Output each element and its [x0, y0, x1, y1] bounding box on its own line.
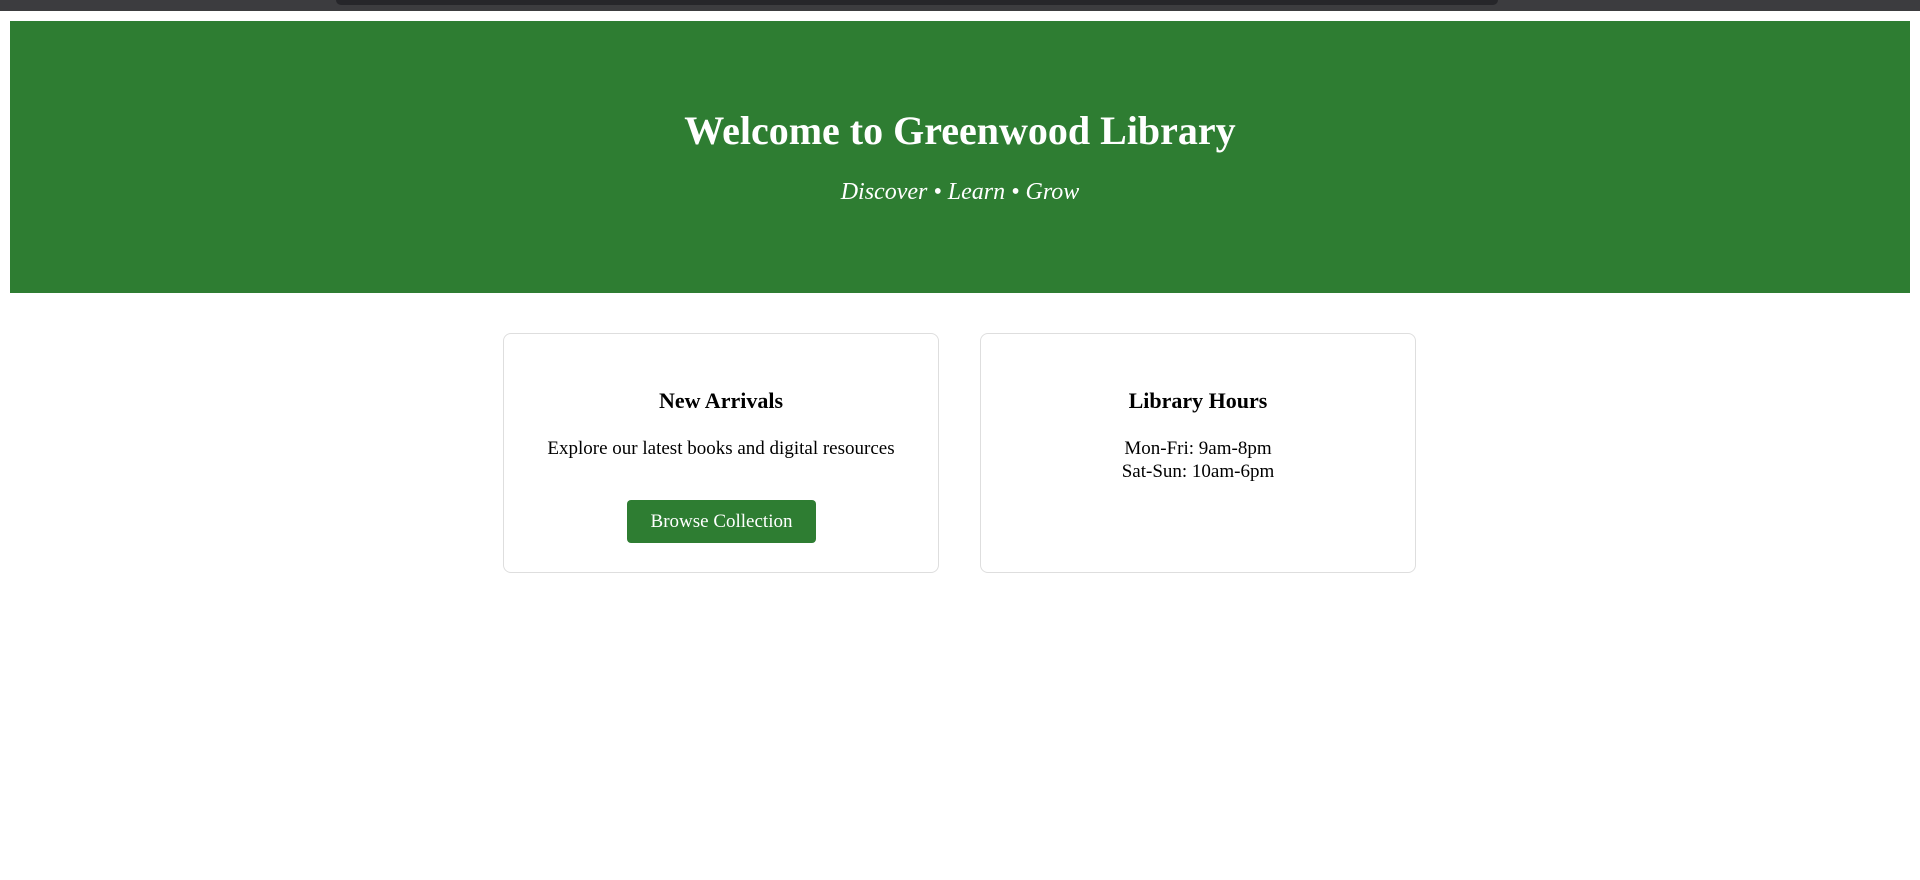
new-arrivals-card: New Arrivals Explore our latest books an…	[503, 333, 939, 573]
hero-subtitle: Discover • Learn • Grow	[840, 179, 1080, 205]
weekend-hours: Sat-Sun: 10am-6pm	[1121, 461, 1275, 482]
library-hours-text: Mon-Fri: 9am-8pm Sat-Sun: 10am-6pm	[981, 437, 1415, 483]
hero-banner: Welcome to Greenwood Library Discover • …	[10, 21, 1910, 293]
new-arrivals-description: Explore our latest books and digital res…	[547, 438, 895, 459]
library-hours-card: Library Hours Mon-Fri: 9am-8pm Sat-Sun: …	[980, 333, 1416, 573]
hero-title: Welcome to Greenwood Library	[684, 108, 1236, 153]
browser-tab-strip	[336, 0, 1498, 5]
library-hours-title: Library Hours	[1128, 388, 1268, 413]
browse-collection-button[interactable]: Browse Collection	[627, 500, 816, 543]
new-arrivals-title: New Arrivals	[658, 388, 784, 413]
browser-top-bar	[0, 0, 1920, 11]
weekday-hours: Mon-Fri: 9am-8pm	[1124, 438, 1272, 459]
